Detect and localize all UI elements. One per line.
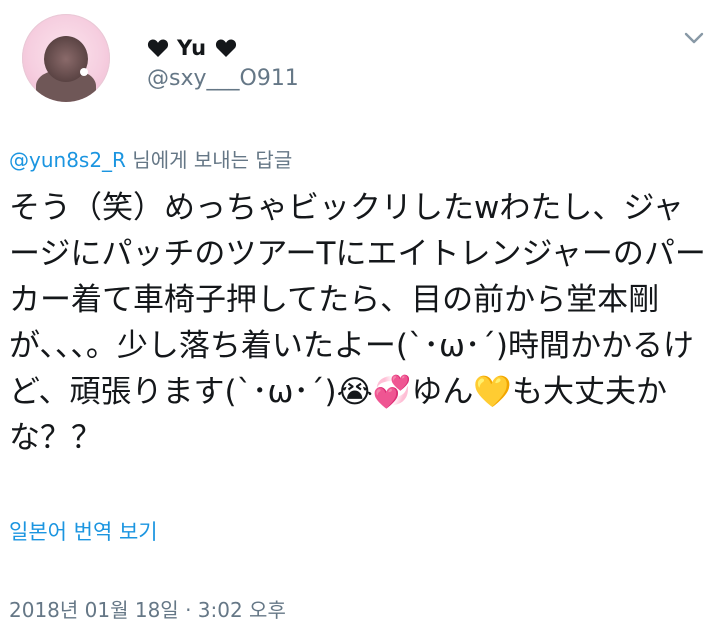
timestamp[interactable]: 2018년 01월 18일 · 3:02 오후 [9, 594, 286, 623]
reply-context: @yun8s2_R 님에게 보내는 답글 [9, 144, 292, 173]
reply-suffix: 님에게 보내는 답글 [125, 148, 293, 172]
username[interactable]: @sxy___O911 [147, 66, 299, 91]
tweet-card: Yu @sxy___O911 @yun8s2_R 님에게 보내는 답글 そう（笑… [0, 0, 720, 642]
heart-icon [215, 38, 237, 58]
reply-mention-link[interactable]: @yun8s2_R [9, 148, 126, 172]
heart-icon [147, 38, 169, 58]
display-name-text: Yu [177, 36, 207, 60]
avatar[interactable] [22, 14, 110, 102]
translate-link[interactable]: 일본어 번역 보기 [9, 516, 158, 546]
tweet-text: そう（笑）めっちゃビックリしたwわたし、ジャージにパッチのツアーTにエイトレンジ… [9, 190, 706, 456]
display-name[interactable]: Yu [147, 36, 237, 60]
chevron-down-icon[interactable] [680, 24, 708, 52]
avatar-highlight [80, 68, 88, 76]
